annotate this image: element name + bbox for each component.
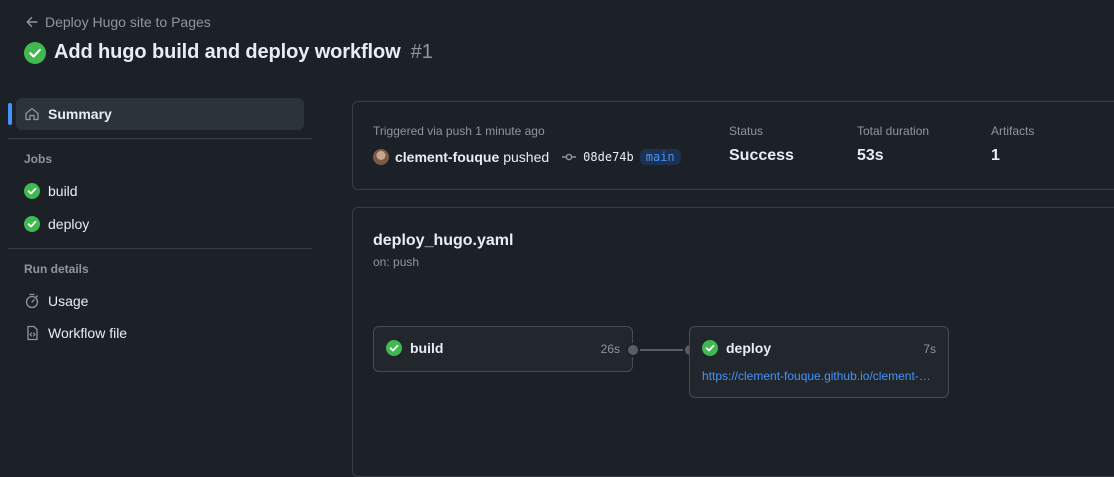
success-check-icon [24, 216, 40, 232]
success-check-icon [24, 183, 40, 199]
run-summary-card: Triggered via push 1 minute ago clement-… [352, 101, 1114, 190]
artifacts-stat: Artifacts 1 [991, 124, 1034, 165]
sidebar-item-workflow-file[interactable]: Workflow file [0, 317, 312, 349]
page-title: Add hugo build and deploy workflow [54, 41, 401, 63]
job-node-deploy[interactable]: deploy 7s https://clement-fouque.github.… [689, 326, 949, 398]
sidebar: Summary Jobs build deploy Run details Us… [0, 98, 312, 349]
workflow-graph-card: deploy_hugo.yaml on: push build 26s depl… [352, 207, 1114, 477]
stopwatch-icon [25, 293, 39, 309]
job-node-header: build [386, 340, 443, 356]
avatar[interactable] [373, 149, 389, 165]
duration-value: 53s [857, 147, 884, 164]
job-node-duration: 26s [600, 342, 620, 356]
user-link[interactable]: clement-fouque [395, 149, 499, 165]
success-check-icon [24, 41, 46, 64]
workflow-trigger: on: push [373, 255, 420, 269]
artifacts-label: Artifacts [991, 124, 1035, 138]
job-node-duration: 7s [923, 342, 936, 356]
home-icon [25, 107, 39, 121]
jobs-heading: Jobs [24, 152, 53, 166]
sidebar-item-deploy[interactable]: deploy [0, 208, 312, 240]
branch-badge[interactable]: main [639, 149, 681, 165]
sidebar-item-label: Summary [48, 106, 112, 122]
artifacts-value[interactable]: 1 [991, 147, 1034, 165]
trigger-text: Triggered via push 1 minute ago [373, 124, 545, 138]
success-check-icon [702, 340, 718, 356]
status-value: Success [729, 147, 794, 164]
duration-stat: Total duration 53s [857, 124, 929, 165]
job-node-name: deploy [726, 340, 772, 356]
back-link[interactable]: Deploy Hugo site to Pages [25, 14, 211, 30]
sidebar-item-usage[interactable]: Usage [0, 285, 312, 317]
push-info: clement-fouque pushed 08de74b main [373, 149, 681, 165]
commit-sha-link[interactable]: 08de74b [583, 150, 634, 164]
file-code-icon [27, 325, 38, 341]
run-title-row: Add hugo build and deploy workflow #1 [24, 41, 433, 64]
sidebar-item-label: build [48, 183, 78, 199]
arrow-left-icon [26, 16, 38, 28]
success-check-icon [386, 340, 402, 356]
git-commit-icon [562, 153, 577, 161]
workflow-file-name: deploy_hugo.yaml [373, 232, 514, 249]
sidebar-item-build[interactable]: build [0, 175, 312, 207]
sidebar-item-label: Usage [48, 293, 89, 309]
sidebar-item-label: deploy [48, 216, 90, 232]
job-node-header: deploy [702, 340, 771, 356]
run-number: #1 [410, 41, 433, 63]
sidebar-item-label: Workflow file [48, 325, 128, 341]
deployment-url-link[interactable]: https://clement-fouque.github.io/clement… [702, 369, 934, 383]
connector-dot [626, 343, 640, 357]
sidebar-item-summary[interactable]: Summary [8, 98, 304, 130]
job-node-name: build [410, 340, 444, 356]
job-node-build[interactable]: build 26s [373, 326, 633, 372]
back-link-label: Deploy Hugo site to Pages [45, 14, 211, 30]
status-stat: Status Success [729, 124, 794, 165]
run-details-heading: Run details [24, 262, 89, 276]
divider [8, 248, 312, 249]
push-action: pushed [503, 149, 550, 165]
duration-label: Total duration [857, 124, 930, 138]
status-label: Status [729, 124, 764, 138]
divider [8, 138, 312, 139]
